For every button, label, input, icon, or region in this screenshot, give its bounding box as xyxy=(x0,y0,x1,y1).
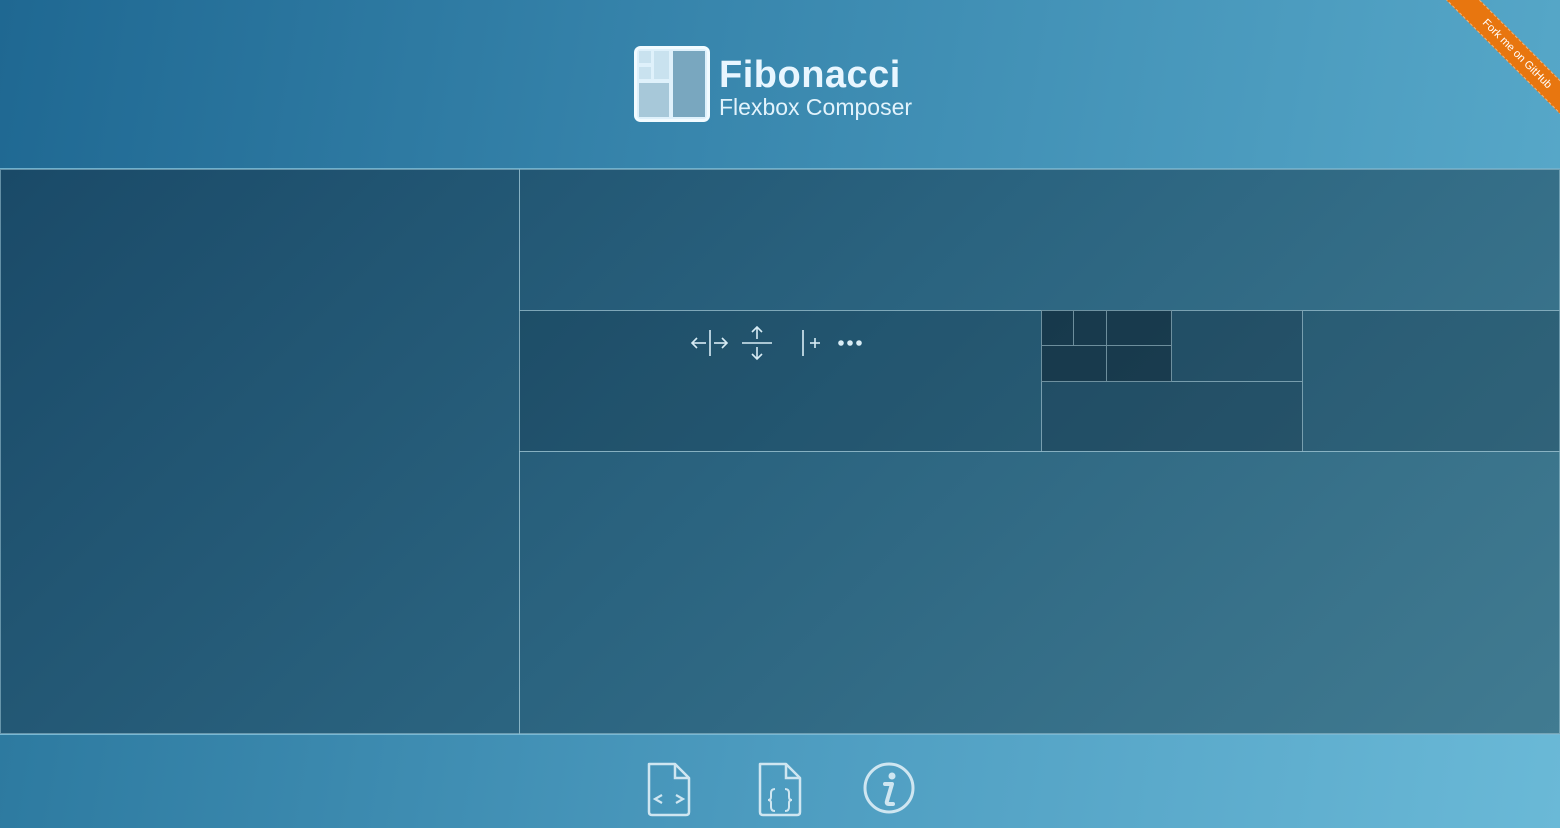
layout-box-nested-bottom[interactable] xyxy=(1041,381,1303,452)
layout-box-nested-d[interactable] xyxy=(1073,310,1107,346)
fork-on-github-link[interactable]: Fork me on GitHub xyxy=(1441,0,1560,130)
layout-box-bottom[interactable] xyxy=(519,451,1560,734)
app-subtitle: Flexbox Composer xyxy=(719,94,913,120)
more-icon[interactable] xyxy=(836,324,866,362)
header: Fibonacci Flexbox Composer Fork me on Gi… xyxy=(0,0,1560,169)
info-icon[interactable] xyxy=(862,761,918,817)
layout-box-nested-e[interactable] xyxy=(1041,310,1074,346)
layout-box-nested-c[interactable] xyxy=(1041,345,1107,382)
split-vertical-icon[interactable] xyxy=(738,324,776,362)
layout-box-nested-b[interactable] xyxy=(1106,345,1172,382)
footer xyxy=(0,734,1560,828)
layout-box-left[interactable] xyxy=(0,169,520,734)
layout-box-nested-right[interactable] xyxy=(1171,310,1303,382)
layout-box-top[interactable] xyxy=(519,169,1560,311)
html-code-icon[interactable] xyxy=(644,761,694,817)
layout-box-selected[interactable] xyxy=(519,310,1042,452)
css-code-icon[interactable] xyxy=(755,761,805,817)
split-horizontal-icon[interactable] xyxy=(688,324,732,362)
app-title: Fibonacci xyxy=(719,54,901,96)
composer-canvas xyxy=(0,169,1560,734)
logo: Fibonacci Flexbox Composer xyxy=(634,46,924,126)
add-icon[interactable] xyxy=(798,324,824,362)
layout-box-right[interactable] xyxy=(1302,310,1560,452)
github-ribbon: Fork me on GitHub xyxy=(1430,0,1560,130)
fibonacci-logo-icon xyxy=(634,46,710,122)
layout-box-nested-a[interactable] xyxy=(1106,310,1172,346)
